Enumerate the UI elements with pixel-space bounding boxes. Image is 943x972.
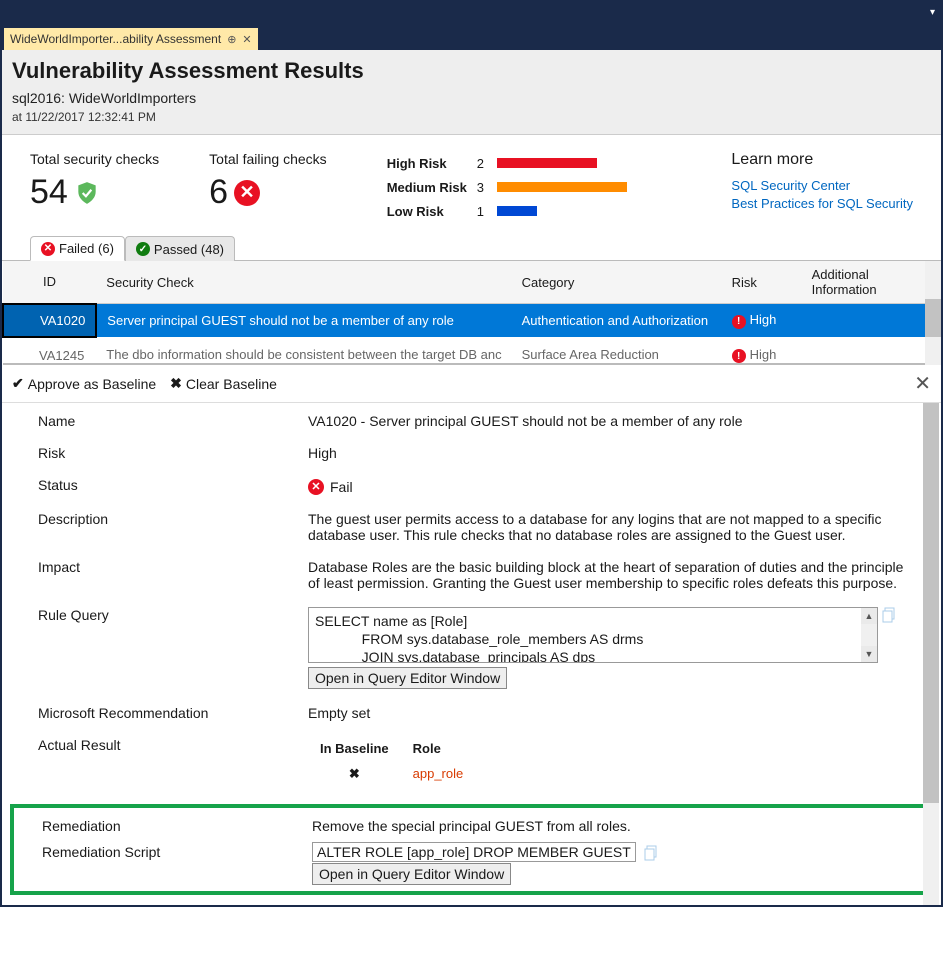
close-details-button[interactable]: ✕: [914, 371, 931, 396]
failing-checks-metric: Total failing checks 6 ✕: [209, 151, 327, 212]
cell-id: VA1245: [3, 337, 96, 365]
risk-value: High: [308, 445, 917, 461]
risk-medium-count: 3: [477, 180, 497, 195]
results-grid-wrap: ID Security Check Category Risk Addition…: [2, 261, 941, 365]
cell-id: VA1020: [3, 304, 96, 337]
timestamp-label: at 11/22/2017 12:32:41 PM: [12, 110, 931, 124]
name-label: Name: [38, 413, 308, 429]
learn-more-panel: Learn more SQL Security Center Best Prac…: [731, 151, 913, 213]
cell-check: Server principal GUEST should not be a m…: [96, 304, 511, 337]
risk-high-count: 2: [477, 156, 497, 171]
table-row[interactable]: VA1245 The dbo information should be con…: [3, 337, 941, 365]
open-query-editor-button[interactable]: Open in Query Editor Window: [308, 667, 507, 689]
remediation-script-text[interactable]: ALTER ROLE [app_role] DROP MEMBER GUEST: [312, 842, 636, 862]
tab-passed[interactable]: ✓ Passed (48): [125, 236, 235, 261]
titlebar-menu-icon[interactable]: ▾: [930, 7, 935, 18]
copy-icon[interactable]: [882, 607, 896, 623]
link-best-practices[interactable]: Best Practices for SQL Security: [731, 195, 913, 213]
cell-risk: !High: [722, 304, 802, 337]
actual-result-label: Actual Result: [38, 737, 308, 788]
details-toolbar: ✔ Approve as Baseline ✖ Clear Baseline ✕: [2, 365, 941, 403]
risk-high-icon: !: [732, 349, 746, 363]
document-tabstrip: WideWorldImporter...ability Assessment ⊕…: [2, 22, 941, 50]
scrollbar[interactable]: [923, 403, 939, 905]
name-value: VA1020 - Server principal GUEST should n…: [308, 413, 917, 429]
x-icon: ✖: [170, 375, 182, 392]
col-category[interactable]: Category: [512, 261, 722, 304]
remediation-highlight: Remediation Remove the special principal…: [10, 804, 937, 895]
status-value: ✕Fail: [308, 479, 353, 495]
fail-icon: ✕: [308, 479, 324, 495]
rule-query-text[interactable]: SELECT name as [Role] FROM sys.database_…: [308, 607, 878, 663]
not-in-baseline-icon: ✖: [349, 766, 360, 781]
risk-label: Risk: [38, 445, 308, 461]
col-in-baseline: In Baseline: [308, 737, 401, 760]
col-id[interactable]: ID: [3, 261, 96, 304]
remediation-value: Remove the special principal GUEST from …: [312, 818, 913, 834]
remediation-label: Remediation: [42, 818, 312, 834]
risk-high-bar: [497, 158, 597, 168]
fail-x-icon: ✕: [234, 180, 260, 206]
close-icon[interactable]: ✕: [242, 33, 251, 46]
tab-failed-label: Failed (6): [59, 241, 114, 256]
impact-value: Database Roles are the basic building bl…: [308, 559, 917, 591]
failing-checks-label: Total failing checks: [209, 151, 327, 167]
approve-baseline-button[interactable]: ✔ Approve as Baseline: [12, 375, 156, 392]
cell-risk: !High: [722, 337, 802, 365]
cell-category: Surface Area Reduction: [512, 337, 722, 365]
document-tab-title: WideWorldImporter...ability Assessment: [10, 32, 221, 46]
total-checks-label: Total security checks: [30, 151, 159, 167]
remediation-script-label: Remediation Script: [42, 844, 312, 885]
actual-role-value: app_role: [401, 760, 476, 788]
ms-recommendation-label: Microsoft Recommendation: [38, 705, 308, 721]
failing-checks-value: 6: [209, 173, 228, 212]
open-query-editor-button[interactable]: Open in Query Editor Window: [312, 863, 511, 885]
cell-category: Authentication and Authorization: [512, 304, 722, 337]
page-title: Vulnerability Assessment Results: [12, 58, 931, 84]
risk-medium-label: Medium Risk: [387, 180, 477, 195]
tab-failed[interactable]: ✕ Failed (6): [30, 236, 125, 261]
tab-passed-label: Passed (48): [154, 242, 224, 257]
summary-panel: Total security checks 54 Total failing c…: [2, 135, 941, 231]
ms-recommendation-value: Empty set: [308, 705, 917, 721]
window-titlebar: ▾: [2, 2, 941, 22]
link-sql-security-center[interactable]: SQL Security Center: [731, 177, 913, 195]
col-risk[interactable]: Risk: [722, 261, 802, 304]
table-row[interactable]: VA1020 Server principal GUEST should not…: [3, 304, 941, 337]
pass-icon: ✓: [136, 242, 150, 256]
risk-low-bar: [497, 206, 537, 216]
description-label: Description: [38, 511, 308, 543]
total-checks-metric: Total security checks 54: [30, 151, 159, 212]
report-header: Vulnerability Assessment Results sql2016…: [2, 50, 941, 135]
risk-breakdown: High Risk 2 Medium Risk 3 Low Risk 1: [387, 151, 627, 223]
col-check[interactable]: Security Check: [96, 261, 511, 304]
rule-query-label: Rule Query: [38, 607, 308, 689]
details-panel: Name VA1020 - Server principal GUEST sho…: [2, 403, 941, 905]
shield-check-icon: [74, 180, 100, 206]
col-additional[interactable]: Additional Information: [802, 261, 941, 304]
scrollbar[interactable]: [925, 261, 941, 365]
clear-baseline-button[interactable]: ✖ Clear Baseline: [170, 375, 277, 392]
status-label: Status: [38, 477, 308, 495]
risk-high-label: High Risk: [387, 156, 477, 171]
description-value: The guest user permits access to a datab…: [308, 511, 917, 543]
risk-high-icon: !: [732, 315, 746, 329]
server-db-label: sql2016: WideWorldImporters: [12, 90, 931, 106]
impact-label: Impact: [38, 559, 308, 591]
risk-low-count: 1: [477, 204, 497, 219]
cell-check: The dbo information should be consistent…: [96, 337, 511, 365]
risk-medium-bar: [497, 182, 627, 192]
learn-more-title: Learn more: [731, 151, 913, 169]
check-icon: ✔: [12, 375, 24, 392]
total-checks-value: 54: [30, 173, 68, 212]
col-role: Role: [401, 737, 476, 760]
fail-icon: ✕: [41, 242, 55, 256]
risk-low-label: Low Risk: [387, 204, 477, 219]
pin-icon[interactable]: ⊕: [227, 33, 236, 46]
result-filter-tabs: ✕ Failed (6) ✓ Passed (48): [2, 235, 941, 261]
document-tab[interactable]: WideWorldImporter...ability Assessment ⊕…: [4, 28, 258, 50]
actual-result-table: In BaselineRole ✖ app_role: [308, 737, 475, 788]
copy-icon[interactable]: [644, 845, 658, 861]
results-grid[interactable]: ID Security Check Category Risk Addition…: [2, 261, 941, 365]
